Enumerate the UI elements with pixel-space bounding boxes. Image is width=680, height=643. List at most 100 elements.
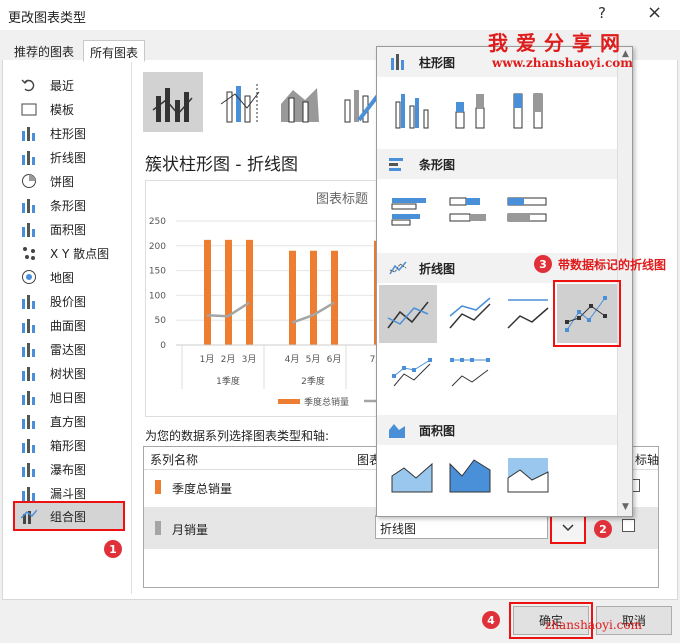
column-chart-icon [20,125,38,141]
legend-label: 季度总销量 [304,396,349,408]
tab-recommended[interactable]: 推荐的图表 [8,40,80,61]
sidebar-item-label: 旭日图 [50,390,87,405]
bar-chart-icon [389,156,409,172]
x-group-label: 1季度 [216,375,240,387]
bar-quarter-total [204,239,211,345]
sidebar-item-8[interactable]: 地图 [20,266,74,288]
scroll-down-icon[interactable]: ▼ [622,502,629,512]
x-tick-label: 2月 [221,354,236,365]
sidebar-item-2[interactable]: 柱形图 [20,122,86,144]
sidebar-item-label: 树状图 [50,366,87,381]
gallery-100-stacked-area[interactable] [501,447,555,501]
combo-thumb-line-secondary[interactable] [210,72,270,132]
sidebar-item-label: 曲面图 [50,318,87,333]
gallery-area[interactable] [385,447,439,501]
gallery-clustered-bar[interactable] [385,185,439,239]
chart-type-select[interactable]: 折线图 [375,515,548,539]
gallery-stacked-line-markers[interactable] [443,347,497,401]
series-name-quarter: 季度总销量 [172,482,233,496]
y-tick-label: 200 [149,242,166,252]
secondary-axis-checkbox-2[interactable] [622,519,635,532]
sidebar-item-10[interactable]: 曲面图 [20,314,86,336]
sidebar-item-label: 条形图 [50,198,87,213]
watermark-cn: 我爱分享网 [488,31,628,55]
chevron-down-icon [562,523,574,531]
sidebar-item-label: X Y 散点图 [50,246,110,261]
sidebar-item-18[interactable]: 组合图 [20,505,86,527]
dialog-title: 更改图表类型 [8,11,87,26]
sunburst-chart-icon [20,389,38,405]
funnel-chart-icon [20,485,38,501]
gallery-stacked-area[interactable] [443,447,497,501]
sidebar-item-label: 瀑布图 [50,462,87,477]
sidebar-item-1[interactable]: 模板 [20,98,74,120]
gallery-section-bar: 条形图 [377,149,617,179]
undo-icon [20,77,38,93]
sidebar-item-9[interactable]: 股价图 [20,290,86,312]
radar-chart-icon [20,341,38,357]
x-group-label: 2季度 [301,375,325,387]
sidebar-item-label: 柱形图 [50,126,87,141]
bar-quarter-total [310,250,317,345]
sidebar-item-11[interactable]: 雷达图 [20,338,86,360]
line-chart-icon [20,149,38,165]
gallery-stacked-bar[interactable] [443,185,497,239]
gallery-stacked-line[interactable] [443,287,497,341]
gallery-100-stacked-bar[interactable] [501,185,555,239]
combo-thumb-area-column[interactable] [270,72,330,132]
tab-all-charts-face[interactable]: 所有图表 [83,40,146,62]
column-chart-icon [389,54,409,70]
sidebar-item-15[interactable]: 箱形图 [20,434,86,456]
sidebar-item-3[interactable]: 折线图 [20,146,86,168]
series-prompt: 为您的数据系列选择图表类型和轴: [145,429,330,443]
sidebar-item-13[interactable]: 旭日图 [20,386,86,408]
x-tick-label: 3月 [242,354,257,365]
series-name-month: 月销量 [172,523,209,537]
bar-quarter-total [246,239,253,345]
gallery-100-stacked-line[interactable] [501,287,555,341]
bar-chart-icon [20,197,38,213]
sidebar-item-7[interactable]: X Y 散点图 [20,242,109,264]
gallery-line-markers[interactable] [385,347,439,401]
title-bar [0,0,680,30]
sidebar-item-label: 折线图 [50,150,87,165]
preview-svg: 图表标题0501001502002501月2月3月4月5月6月7月1季度2季度季… [149,192,385,408]
sidebar-item-label: 地图 [50,270,75,285]
x-tick-label: 1月 [200,354,215,365]
callout-2: 2 [594,520,612,538]
sidebar-item-4[interactable]: 饼图 [20,170,74,192]
preview-chart-title: 图表标题 [316,192,368,207]
combo-thumb-clustered-line[interactable] [143,72,203,132]
sidebar-item-label: 最近 [50,78,75,93]
gallery-stacked-column[interactable] [443,83,497,137]
y-tick-label: 100 [149,291,166,301]
sidebar-item-label: 组合图 [50,509,87,524]
help-button[interactable]: ? [598,4,606,22]
series-color-gray [155,521,161,535]
area-chart-icon [389,422,409,438]
sidebar-item-12[interactable]: 树状图 [20,362,86,384]
x-tick-label: 4月 [285,354,300,365]
sidebar-item-label: 漏斗图 [50,486,87,501]
sidebar-item-label: 箱形图 [50,438,87,453]
gallery-line-with-markers[interactable] [557,284,617,343]
histogram-chart-icon [20,413,38,429]
gallery-line[interactable] [379,285,437,343]
bar-quarter-total [289,250,296,345]
y-tick-label: 0 [160,341,166,351]
sidebar-item-label: 雷达图 [50,342,87,357]
gallery-clustered-column[interactable] [385,83,439,137]
boxwhisker-chart-icon [20,437,38,453]
close-button[interactable]: × [647,2,662,23]
sidebar-item-0[interactable]: 最近 [20,74,74,96]
gallery-100-stacked-column[interactable] [501,83,555,137]
pie-chart-icon [20,173,38,189]
sidebar-item-17[interactable]: 漏斗图 [20,482,86,504]
sidebar-item-14[interactable]: 直方图 [20,410,86,432]
sidebar-item-16[interactable]: 瀑布图 [20,458,86,480]
watermark-url: www.zhanshaoyi.com [492,56,633,70]
sidebar-item-6[interactable]: 面积图 [20,218,86,240]
sidebar-item-5[interactable]: 条形图 [20,194,86,216]
y-tick-label: 50 [155,316,167,326]
waterfall-chart-icon [20,461,38,477]
